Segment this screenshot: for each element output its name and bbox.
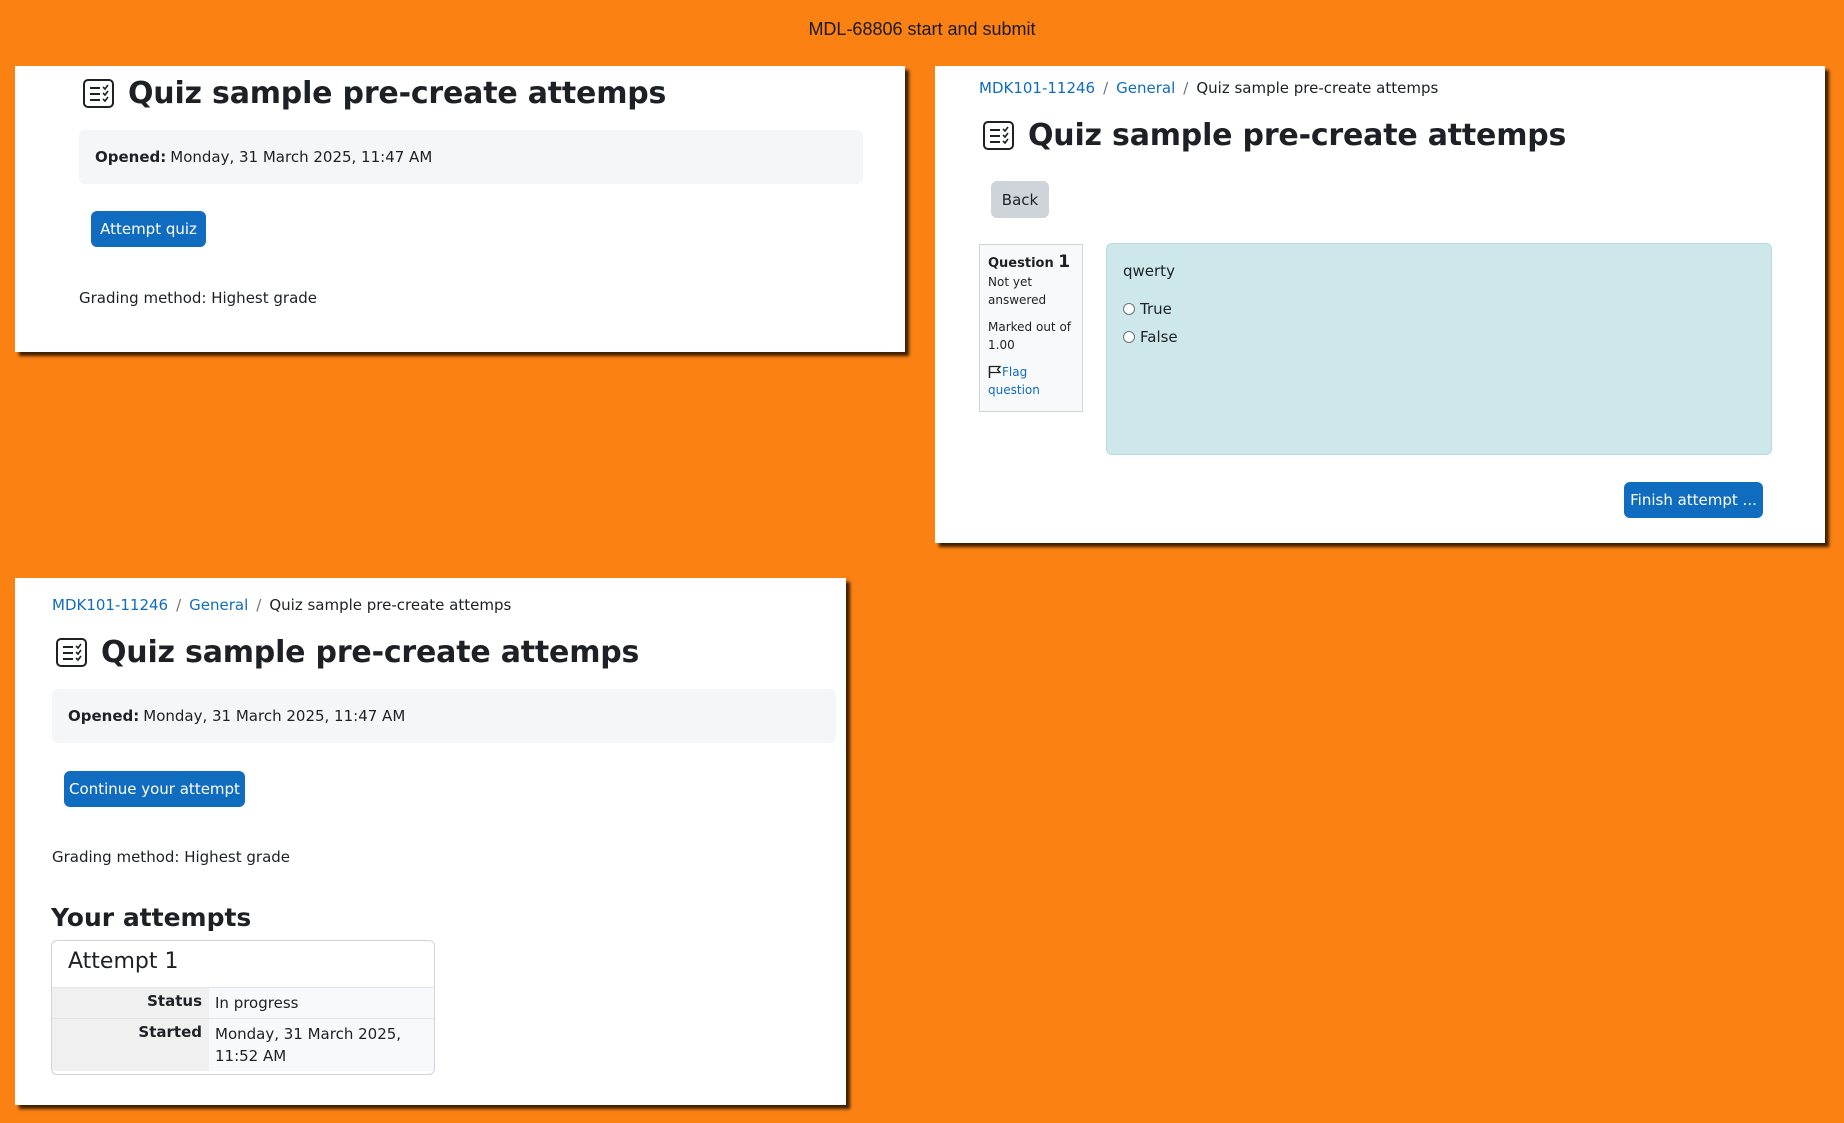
question-number: Question 1: [988, 253, 1074, 273]
question-content: qwerty True False: [1106, 243, 1772, 455]
started-value: Monday, 31 March 2025, 11:52 AM: [209, 1018, 434, 1071]
attempt-title: Attempt 1: [68, 949, 179, 974]
opened-info: Opened: Monday, 31 March 2025, 11:47 AM: [79, 130, 863, 184]
grading-method: Grading method: Highest grade: [79, 289, 318, 307]
continue-attempt-button[interactable]: Continue your attempt: [64, 771, 245, 807]
opened-label: Opened:: [68, 707, 140, 725]
quiz-continue-panel: MDK101-11246 / General / Quiz sample pre-cre…: [15, 578, 846, 1105]
opened-value: Monday, 31 March 2025, 11:47 AM: [143, 707, 406, 725]
attempt-quiz-button[interactable]: Attempt quiz: [91, 211, 206, 247]
question-number-value: 1: [1058, 252, 1071, 272]
question-marks: Marked out of 1.00: [988, 320, 1072, 352]
breadcrumb: MDK101-11246 / General / Quiz sample pre-cre…: [979, 79, 1438, 97]
quiz-view-panel: Quiz sample pre-create attemps Opened: M…: [15, 66, 905, 352]
grading-method: Grading method: Highest grade: [52, 848, 291, 866]
quiz-attempt-panel: MDK101-11246 / General / Quiz sample pre-cre…: [935, 66, 1825, 543]
quiz-icon: [983, 121, 1014, 150]
quiz-title: Quiz sample pre-create attemps: [128, 76, 667, 111]
answer-option-false[interactable]: False: [1123, 328, 1755, 346]
quiz-heading: Quiz sample pre-create attemps: [56, 635, 639, 670]
started-label: Started: [52, 1018, 209, 1071]
attempt-summary-table: Status In progress Started Monday, 31 Ma…: [52, 987, 434, 1071]
flag-question-link[interactable]: Flag question: [988, 363, 1074, 399]
opened-label: Opened:: [95, 148, 167, 166]
breadcrumb: MDK101-11246 / General / Quiz sample pre-cre…: [52, 596, 511, 614]
opened-value: Monday, 31 March 2025, 11:47 AM: [170, 148, 433, 166]
breadcrumb-separator: /: [256, 596, 262, 614]
option-label: True: [1140, 300, 1172, 318]
breadcrumb-section-link[interactable]: General: [189, 596, 248, 614]
back-button[interactable]: Back: [991, 181, 1049, 218]
breadcrumb-separator: /: [1183, 79, 1189, 97]
radio-true[interactable]: [1123, 303, 1135, 315]
question-label: Question: [988, 256, 1054, 271]
breadcrumb-separator: /: [1103, 79, 1109, 97]
breadcrumb-section-link[interactable]: General: [1116, 79, 1175, 97]
page-title: MDL-68806 start and submit: [808, 19, 1036, 39]
radio-false[interactable]: [1123, 331, 1135, 343]
attempt-summary-card: Attempt 1 Status In progress Started Mon…: [51, 940, 435, 1075]
breadcrumb-current: Quiz sample pre-create attemps: [1196, 79, 1439, 97]
table-row: Status In progress: [52, 987, 434, 1019]
status-label: Status: [52, 987, 209, 1019]
quiz-title: Quiz sample pre-create attemps: [101, 635, 640, 670]
status-value: In progress: [209, 987, 434, 1019]
quiz-title: Quiz sample pre-create attemps: [1028, 118, 1567, 153]
quiz-icon: [56, 638, 87, 667]
breadcrumb-separator: /: [176, 596, 182, 614]
table-row: Started Monday, 31 March 2025, 11:52 AM: [52, 1018, 434, 1071]
finish-attempt-button[interactable]: Finish attempt ...: [1624, 482, 1763, 518]
quiz-icon: [83, 79, 114, 108]
quiz-heading: Quiz sample pre-create attemps: [83, 76, 666, 111]
question-text: qwerty: [1123, 262, 1175, 280]
answer-option-true[interactable]: True: [1123, 300, 1755, 318]
question-state: Not yet answered: [988, 275, 1047, 307]
breadcrumb-current: Quiz sample pre-create attemps: [269, 596, 512, 614]
your-attempts-heading: Your attempts: [51, 903, 252, 932]
breadcrumb-course-link[interactable]: MDK101-11246: [979, 79, 1095, 97]
option-label: False: [1140, 328, 1178, 346]
question-info: Question 1 Not yet answered Marked out o…: [979, 244, 1083, 412]
quiz-heading: Quiz sample pre-create attemps: [983, 118, 1566, 153]
breadcrumb-course-link[interactable]: MDK101-11246: [52, 596, 168, 614]
flag-icon: [988, 365, 1002, 378]
opened-info: Opened: Monday, 31 March 2025, 11:47 AM: [52, 689, 836, 743]
